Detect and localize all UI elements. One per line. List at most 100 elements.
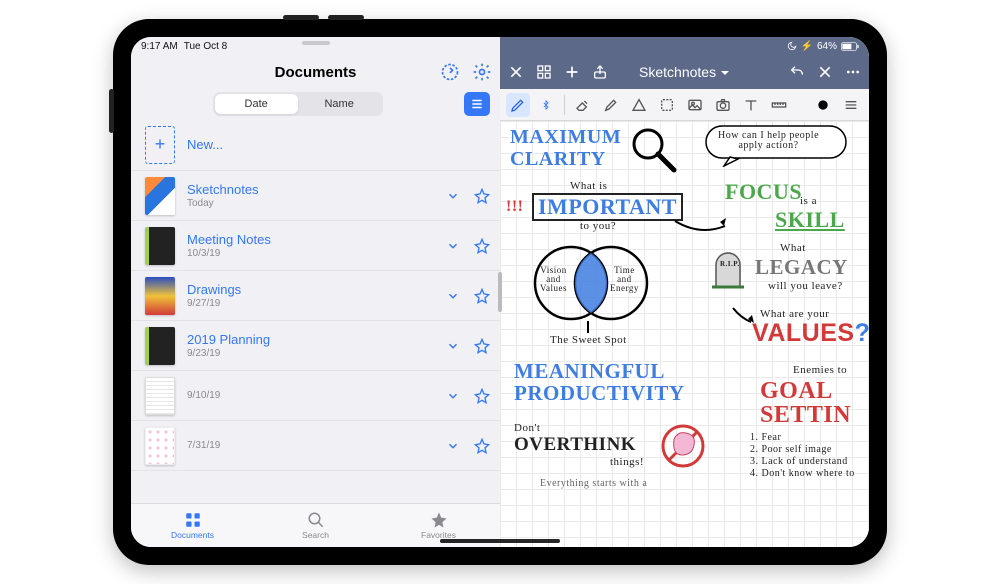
- shape-tool[interactable]: [627, 93, 651, 117]
- volume-down-button[interactable]: [328, 15, 364, 20]
- split-view-handle[interactable]: [498, 272, 502, 312]
- arrow-drawing: [730, 305, 756, 327]
- tab-label: Documents: [171, 530, 214, 540]
- volume-up-button[interactable]: [283, 15, 319, 20]
- text-tool[interactable]: [739, 93, 763, 117]
- document-row[interactable]: 7/31/19: [131, 421, 500, 471]
- page-title: Documents: [275, 64, 357, 81]
- sketch-text: SKILL: [775, 209, 845, 231]
- camera-tool[interactable]: [711, 93, 735, 117]
- document-title: 2019 Planning: [187, 332, 446, 348]
- arrow-drawing: [670, 216, 730, 256]
- sketch-text: IMPORTANT: [532, 193, 683, 221]
- document-row[interactable]: 9/10/19: [131, 371, 500, 421]
- power-button[interactable]: [109, 89, 114, 133]
- sketch-text: to you?: [580, 221, 616, 232]
- ruler-tool[interactable]: [767, 93, 791, 117]
- drawing-toolbar: [500, 89, 869, 121]
- list-view-toggle[interactable]: [464, 92, 490, 116]
- sketch-text: VALUES?: [752, 321, 869, 346]
- more-icon[interactable]: [845, 64, 861, 80]
- battery-percent: 64%: [817, 41, 837, 52]
- plus-icon: +: [145, 126, 175, 164]
- favorite-star-icon[interactable]: [474, 238, 490, 254]
- close-icon[interactable]: [508, 64, 524, 80]
- battery-icon: [841, 42, 859, 51]
- lasso-tool[interactable]: [655, 93, 679, 117]
- tab-search[interactable]: Search: [254, 504, 377, 547]
- tab-documents[interactable]: Documents: [131, 504, 254, 547]
- add-icon[interactable]: [564, 64, 580, 80]
- document-row[interactable]: Drawings 9/27/19: [131, 271, 500, 321]
- grid-icon[interactable]: [536, 64, 552, 80]
- sketch-text: How can I help people apply action?: [718, 131, 819, 151]
- sketch-text: PRODUCTIVITY: [514, 383, 685, 404]
- no-brain-icon: [660, 423, 706, 469]
- document-date: 7/31/19: [187, 440, 446, 451]
- document-thumbnail: [145, 227, 175, 265]
- multitask-handle[interactable]: [302, 41, 330, 45]
- sketch-text: FOCUS: [725, 181, 802, 203]
- favorite-star-icon[interactable]: [474, 288, 490, 304]
- document-thumbnail: [145, 327, 175, 365]
- sketch-text: Enemies to: [793, 365, 847, 376]
- sketch-text: Vision and Values: [540, 266, 567, 293]
- sketch-text: MEANINGFUL: [514, 361, 665, 382]
- chevron-down-icon[interactable]: [446, 439, 460, 453]
- document-date: 9/27/19: [187, 298, 446, 309]
- document-thumbnail: [145, 177, 175, 215]
- favorite-star-icon[interactable]: [474, 438, 490, 454]
- sketch-text: things!: [610, 457, 644, 468]
- pen-tool[interactable]: [506, 93, 530, 117]
- sketch-text: 2. Poor self image: [750, 445, 832, 455]
- status-time: 9:17 AM: [141, 41, 178, 52]
- favorite-star-icon[interactable]: [474, 338, 490, 354]
- sketch-text: 4. Don't know where to: [750, 469, 855, 479]
- document-thumbnail: [145, 377, 175, 415]
- favorite-star-icon[interactable]: [474, 388, 490, 404]
- chevron-down-icon[interactable]: [446, 289, 460, 303]
- sketch-text: R.I.P.: [720, 261, 740, 268]
- stroke-options[interactable]: [839, 93, 863, 117]
- document-row[interactable]: 2019 Planning 9/23/19: [131, 321, 500, 371]
- settings-icon[interactable]: [472, 62, 492, 82]
- document-row[interactable]: Sketchnotes Today: [131, 171, 500, 221]
- chevron-down-icon[interactable]: [446, 389, 460, 403]
- sketch-text: SETTIN: [760, 403, 851, 427]
- chevron-down-icon[interactable]: [446, 239, 460, 253]
- sort-segmented-control[interactable]: Date Name: [213, 92, 383, 116]
- sketch-text: Time and Energy: [610, 266, 639, 293]
- sketch-text: will you leave?: [768, 281, 843, 292]
- document-thumbnail: [145, 277, 175, 315]
- favorite-star-icon[interactable]: [474, 188, 490, 204]
- eraser-tool[interactable]: [571, 93, 595, 117]
- chevron-down-icon[interactable]: [446, 339, 460, 353]
- status-bar-left: 9:17 AM Tue Oct 8: [131, 37, 500, 55]
- document-date: 9/23/19: [187, 348, 446, 359]
- dropdown-triangle-icon[interactable]: [720, 68, 730, 78]
- document-row[interactable]: Meeting Notes 10/3/19: [131, 221, 500, 271]
- document-thumbnail: [145, 427, 175, 465]
- sync-icon[interactable]: [440, 62, 460, 82]
- highlighter-tool[interactable]: [599, 93, 623, 117]
- sketch-text: MAXIMUM: [510, 127, 621, 147]
- charging-icon: ⚡: [801, 41, 813, 52]
- sketch-canvas[interactable]: MAXIMUM CLARITY How can I help people ap…: [500, 121, 869, 547]
- color-black[interactable]: [811, 93, 835, 117]
- sketch-text: The Sweet Spot: [550, 335, 627, 346]
- tab-label: Search: [302, 530, 329, 540]
- status-date: Tue Oct 8: [184, 41, 228, 52]
- close-fullscreen-icon[interactable]: [817, 64, 833, 80]
- sketch-text: 3. Lack of understand: [750, 457, 848, 467]
- home-indicator[interactable]: [440, 539, 560, 543]
- sketch-text: LEGACY: [755, 257, 848, 278]
- image-tool[interactable]: [683, 93, 707, 117]
- share-icon[interactable]: [592, 64, 608, 80]
- new-document-row[interactable]: + New...: [131, 119, 500, 171]
- undo-icon[interactable]: [789, 64, 805, 80]
- bluetooth-icon[interactable]: [534, 93, 558, 117]
- chevron-down-icon[interactable]: [446, 189, 460, 203]
- segment-name[interactable]: Name: [298, 94, 381, 114]
- segment-date[interactable]: Date: [215, 94, 298, 114]
- sketch-text: Don't: [514, 423, 540, 434]
